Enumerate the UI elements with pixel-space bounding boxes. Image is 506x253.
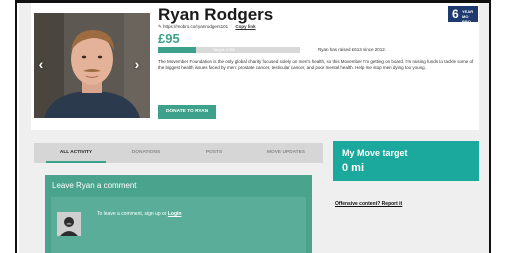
raised-since-text: Ryan has raised £613 since 2012. [318,47,387,52]
report-content-link[interactable]: Offensive content? Report it [335,201,402,207]
avatar-placeholder-icon [57,212,81,236]
comment-panel: Leave Ryan a comment To leave a comment,… [45,175,312,253]
comment-title: Leave Ryan a comment [52,181,137,190]
mo-bro-year-badge: 6 YEAR MO BRO [448,6,478,24]
fundraising-progress-bar: Target: £350 [158,47,300,53]
profile-photo: ‹ › [34,13,150,118]
move-target-value: 0 mi [342,162,365,174]
tab-all-activity[interactable]: ALL ACTIVITY [34,143,118,163]
tab-posts[interactable]: POSTS [184,143,244,163]
login-prompt: To leave a comment, sign up or Login [97,211,181,217]
activity-tabs: ALL ACTIVITY DONATIONS POSTS MOVE UPDATE… [34,143,323,163]
active-tab-indicator [46,161,106,163]
window-frame-left [0,0,17,253]
progress-fill [158,47,197,53]
move-target-box: My Move target 0 mi [333,141,479,181]
fundraising-description: The Movember Foundation is the only glob… [158,59,474,70]
link-icon: ✎ [158,24,162,29]
badge-year-number: 6 [452,7,459,21]
profile-name: Ryan Rodgers [158,5,274,24]
comment-box [51,197,306,253]
login-link[interactable]: Login [168,211,182,217]
photo-prev-arrow[interactable]: ‹ [34,55,48,73]
photo-next-arrow[interactable]: › [130,55,144,73]
profile-url[interactable]: https://mobro.co/ryanrodgers101 [163,24,228,29]
donate-button[interactable]: DONATE TO RYAN [158,105,216,119]
target-label: Target: £350 [213,47,236,52]
badge-text: YEAR MO BRO [462,9,478,24]
window-frame-right [489,0,506,253]
badge-line-2: MO BRO [462,14,471,24]
copy-link-button[interactable]: Copy link [235,24,255,29]
move-target-title: My Move target [342,148,408,158]
tab-donations[interactable]: DONATIONS [114,143,178,163]
login-prompt-text: To leave a comment, sign up or [97,211,168,217]
amount-raised: £95 [158,31,180,46]
tab-move-updates[interactable]: MOVE UPDATES [249,143,323,163]
profile-link-row: ✎ https://mobro.co/ryanrodgers101 Copy l… [158,24,256,30]
